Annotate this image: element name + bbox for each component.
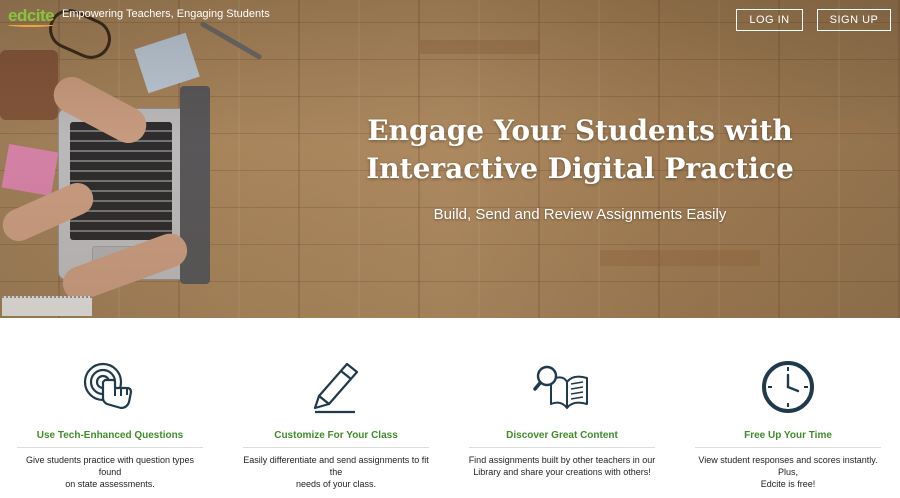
feature-description: Find assignments built by other teachers… — [467, 454, 657, 478]
tagline: Empowering Teachers, Engaging Students — [62, 8, 270, 20]
feature-description-line1: Find assignments built by other teachers… — [468, 455, 656, 465]
feature-tech-questions: Use Tech-Enhanced Questions Give student… — [15, 358, 205, 490]
pencil-icon — [313, 362, 359, 414]
divider — [17, 447, 203, 448]
feature-title: Free Up Your Time — [744, 430, 832, 441]
feature-description-line2: needs of your class. — [295, 479, 377, 489]
hero-subheadline: Build, Send and Review Assignments Easil… — [433, 206, 727, 223]
feature-title: Discover Great Content — [506, 430, 618, 441]
hero-banner: edcite Empowering Teachers, Engaging Stu… — [0, 0, 900, 318]
touch-hand-icon — [83, 362, 133, 410]
hero-headline-line1: Engage Your Students with — [367, 114, 793, 147]
feature-discover: Discover Great Content Find assignments … — [467, 358, 657, 478]
feature-description-line1: Easily differentiate and send assignment… — [243, 455, 429, 477]
features-section: Use Tech-Enhanced Questions Give student… — [0, 318, 900, 498]
feature-description-line2: Edcite is free! — [760, 479, 816, 489]
feature-description: View student responses and scores instan… — [693, 454, 883, 490]
feature-description-line2: Library and share your creations with ot… — [473, 467, 651, 477]
divider — [695, 447, 881, 448]
feature-save-time: Free Up Your Time View student responses… — [693, 358, 883, 490]
feature-description-line2: on state assessments. — [65, 479, 155, 489]
feature-description-line1: View student responses and scores instan… — [698, 455, 878, 477]
divider — [469, 447, 655, 448]
logo-swoosh — [8, 23, 54, 27]
feature-title: Use Tech-Enhanced Questions — [36, 430, 184, 441]
feature-description-line1: Give students practice with question typ… — [25, 455, 195, 477]
feature-description: Give students practice with question typ… — [15, 454, 205, 490]
divider — [243, 447, 429, 448]
feature-customize: Customize For Your Class Easily differen… — [241, 358, 431, 490]
magnifier-book-icon — [533, 365, 588, 409]
feature-title: Customize For Your Class — [274, 430, 398, 441]
hero-headline-line2: Interactive Digital Practice — [366, 152, 794, 185]
signup-button[interactable]: SIGN UP — [817, 9, 891, 31]
clock-icon — [762, 361, 814, 413]
login-button[interactable]: LOG IN — [736, 9, 803, 31]
feature-description: Easily differentiate and send assignment… — [241, 454, 431, 490]
hero-headline: Engage Your Students with Interactive Di… — [300, 112, 860, 188]
